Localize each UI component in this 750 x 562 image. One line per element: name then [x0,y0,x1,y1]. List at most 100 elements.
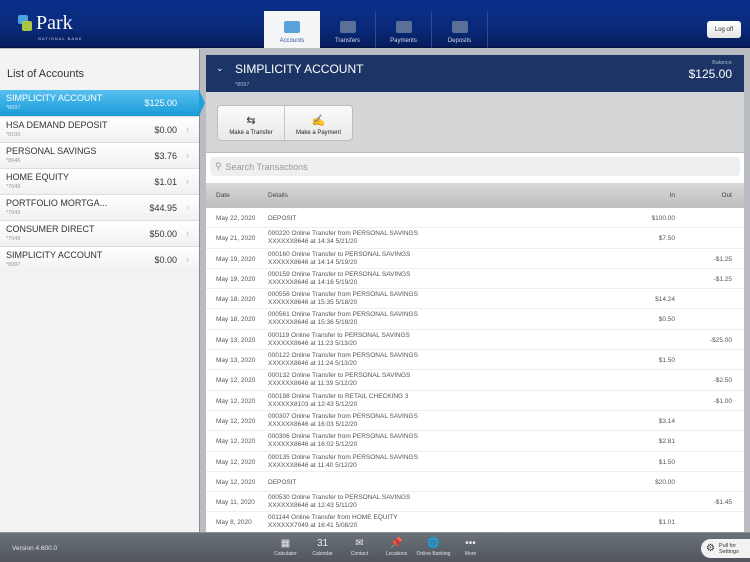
amount-in: $2.81 [658,438,675,446]
tab-payments[interactable]: Payments [376,11,432,48]
account-list-item[interactable]: HSA DEMAND DEPOSIT *8100 $0.00 › [0,116,199,142]
transaction-row[interactable]: May 12, 2020 000132 Online Transfer to P… [206,370,744,391]
details-line1: 000119 Online Transfer to PERSONAL SAVIN… [268,331,410,339]
transaction-details: 000198 Online Transfer to RETAIL CHECKIN… [268,393,409,409]
account-list-item[interactable]: PORTFOLIO MORTGA... *7049 $44.95 › [0,194,199,220]
amount-in: $1.01 [658,519,675,527]
account-number: *7049 [6,184,21,190]
details-line1: 001144 Online Transfer from HOME EQUITY [268,514,398,522]
make-payment-button[interactable]: ✍ Make a Payment [284,106,352,140]
account-list-item[interactable]: PERSONAL SAVINGS *8646 $3.76 › [0,142,199,168]
transaction-row[interactable]: May 11, 2020 000530 Online Transfer to P… [206,492,744,513]
transaction-date: May 19, 2020 [216,255,256,263]
transaction-row[interactable]: May 12, 2020 000306 Online Transfer from… [206,431,744,452]
logo-mark-icon [18,15,32,31]
transaction-date: May 12, 2020 [216,458,256,466]
bottom-toolbar: Version 4.600.0 ▦ Calculator 31 Calendar ✉ Co… [0,532,750,562]
search-input[interactable]: ⚲ Search Transactions [210,157,740,176]
details-line2: XXXXXX8646 at 16:02 5/12/20 [268,441,358,449]
details-line2: XXXXXX8646 at 12:43 5/11/20 [268,502,357,510]
amount-out: -$25.00 [709,336,732,344]
log-off-button[interactable]: Log off [707,21,741,38]
details-line2: XXXXXX8646 at 15:35 5/18/20 [268,299,358,307]
brand-name: Park [36,12,73,34]
settings-label: Settings [718,548,739,555]
transaction-row[interactable]: May 8, 2020 001144 Online Transfer from … [206,512,744,533]
toolbar-contact[interactable]: ✉ Contact [341,536,378,557]
account-name: SIMPLICITY ACCOUNT [6,93,103,103]
transaction-row[interactable]: May 12, 2020 000307 Online Transfer from… [206,411,744,432]
transfer-arrows-icon: ⇆ [246,115,256,127]
transaction-date: May 19, 2020 [216,275,256,283]
transaction-row[interactable]: May 22, 2020 DEPOSIT $100.00 [206,208,744,229]
transaction-date: May 11, 2020 [216,499,255,507]
account-list-item[interactable]: SIMPLICITY ACCOUNT *8097 $0.00 › [0,246,199,272]
account-header: ⌄ SIMPLICITY ACCOUNT *8097 Balance $125.… [206,55,744,92]
transaction-row[interactable]: May 12, 2020 DEPOSIT $20.00 [206,472,744,493]
tab-deposits[interactable]: Deposits [432,11,488,48]
transaction-row[interactable]: May 19, 2020 000159 Online Transfer to P… [206,269,744,290]
account-balance: $1.01 [154,177,177,187]
transaction-row[interactable]: May 21, 2020 000220 Online Transfer from… [206,228,744,249]
details-line2: XXXXXX7049 at 16:41 5/08/20 [268,522,358,530]
top-bar: Park NATIONAL BANK Accounts Transfers Pa… [0,0,750,48]
search-icon: ⚲ [215,161,222,171]
transaction-details: DEPOSIT [268,479,297,487]
transaction-row[interactable]: May 12, 2020 000198 Online Transfer to R… [206,391,744,411]
toolbar-locations[interactable]: 📌 Locations [378,536,415,557]
transaction-details: 000561 Online Transfer from PERSONAL SAV… [268,311,418,327]
header-date: Date [216,192,230,199]
transaction-row[interactable]: May 19, 2020 000160 Online Transfer to P… [206,249,744,269]
account-balance: $50.00 [149,229,177,239]
transaction-details: 001144 Online Transfer from HOME EQUITY X… [268,514,398,530]
balance-value: $125.00 [688,67,732,81]
make-transfer-button[interactable]: ⇆ Make a Transfer [218,106,284,140]
toolbar-online-banking[interactable]: 🌐 Online Banking [415,536,452,557]
amount-in: $7.50 [658,235,675,243]
transaction-row[interactable]: May 18, 2020 000556 Online Transfer from… [206,289,744,310]
account-list-item[interactable]: SIMPLICITY ACCOUNT *8097 $125.00 [0,90,205,116]
tool-label: Online Banking [416,551,451,557]
transaction-row[interactable]: May 12, 2020 000135 Online Transfer from… [206,452,744,472]
details-line1: 000556 Online Transfer from PERSONAL SAV… [268,291,418,299]
transaction-details: 000306 Online Transfer from PERSONAL SAV… [268,433,418,449]
globe-icon: 🌐 [427,538,440,549]
balance-label: Balance [712,60,732,66]
transaction-row[interactable]: May 13, 2020 000122 Online Transfer from… [206,350,744,371]
header-out: Out [721,192,732,199]
transaction-row[interactable]: May 18, 2020 000561 Online Transfer from… [206,309,744,330]
tab-accounts[interactable]: Accounts [264,11,320,48]
account-balance: $0.00 [154,125,177,135]
details-line1: 000307 Online Transfer from PERSONAL SAV… [268,412,418,420]
check-pen-icon [395,21,412,33]
toolbar-calendar[interactable]: 31 Calendar [304,536,341,557]
details-line1: 000306 Online Transfer from PERSONAL SAV… [268,433,418,441]
tab-label: Deposits [447,38,472,44]
header-details: Details [268,192,288,199]
toolbar-more[interactable]: ••• More [452,536,489,557]
transaction-details: 000220 Online Transfer from PERSONAL SAV… [268,230,418,246]
accounts-sidebar: List of Accounts SIMPLICITY ACCOUNT *809… [0,49,205,532]
details-line2: XXXXXX8646 at 15:36 5/18/20 [268,319,358,327]
account-list-item[interactable]: CONSUMER DIRECT *7049 $50.00 › [0,220,199,246]
details-line1: 000135 Online Transfer from PERSONAL SAV… [268,453,418,461]
details-line1: 000220 Online Transfer from PERSONAL SAV… [268,230,418,238]
transaction-row[interactable]: May 13, 2020 000119 Online Transfer to P… [206,330,744,351]
chevron-right-icon: › [186,176,189,186]
account-list-item[interactable]: HOME EQUITY *7049 $1.01 › [0,168,199,194]
transaction-details: 000135 Online Transfer from PERSONAL SAV… [268,454,418,470]
transaction-date: May 13, 2020 [216,357,256,365]
tab-transfers[interactable]: Transfers [320,11,376,48]
amount-in: $3.14 [658,417,675,425]
details-line1: 000198 Online Transfer to RETAIL CHECKIN… [268,392,409,400]
details-line1: 000122 Online Transfer from PERSONAL SAV… [268,352,418,360]
brand-subtitle: NATIONAL BANK [38,36,83,41]
account-number: *7049 [6,236,21,242]
toolbar-calculator[interactable]: ▦ Calculator [267,536,304,557]
pull-for-settings[interactable]: ⚙ Pull for Settings [701,539,750,558]
chevron-down-icon[interactable]: ⌄ [216,63,224,74]
transaction-date: May 12, 2020 [216,377,256,385]
amount-out: -$2.50 [713,377,732,385]
camera-icon [451,21,468,33]
tool-label: Calculator [274,551,297,557]
